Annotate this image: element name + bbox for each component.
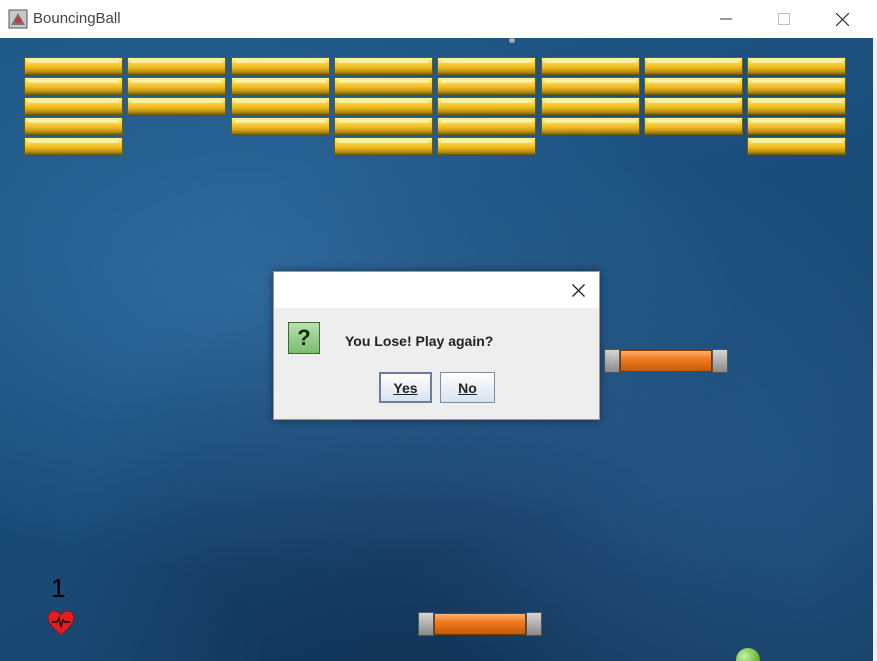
brick bbox=[333, 117, 433, 135]
brick bbox=[540, 77, 640, 95]
brick bbox=[747, 97, 847, 115]
no-button[interactable]: No bbox=[440, 372, 495, 403]
brick bbox=[643, 57, 743, 75]
brick bbox=[540, 57, 640, 75]
close-icon bbox=[835, 12, 849, 26]
brick bbox=[437, 77, 537, 95]
brick bbox=[747, 117, 847, 135]
lives-count: 1 bbox=[51, 573, 66, 603]
brick bbox=[230, 97, 330, 115]
brick bbox=[643, 117, 743, 135]
maximize-icon bbox=[778, 13, 790, 25]
close-icon bbox=[571, 283, 585, 297]
close-button[interactable] bbox=[819, 0, 865, 38]
brick bbox=[437, 137, 537, 155]
heart-icon bbox=[47, 610, 75, 636]
minimize-button[interactable] bbox=[703, 0, 749, 38]
ball-trail bbox=[509, 38, 515, 43]
minimize-icon bbox=[720, 18, 732, 20]
brick bbox=[127, 57, 227, 75]
player-paddle[interactable] bbox=[418, 612, 542, 636]
brick bbox=[437, 57, 537, 75]
brick bbox=[437, 97, 537, 115]
brick bbox=[540, 97, 640, 115]
brick bbox=[747, 77, 847, 95]
brick bbox=[230, 117, 330, 135]
play-again-dialog: ? You Lose! Play again? Yes No bbox=[273, 271, 600, 420]
brick bbox=[24, 57, 123, 75]
brick bbox=[127, 97, 227, 115]
app-icon bbox=[8, 9, 28, 29]
question-icon: ? bbox=[288, 322, 320, 354]
maximize-button[interactable] bbox=[761, 0, 807, 38]
window-title: BouncingBall bbox=[33, 10, 121, 27]
brick bbox=[333, 57, 433, 75]
brick bbox=[540, 117, 640, 135]
brick bbox=[24, 97, 123, 115]
title-bar: BouncingBall bbox=[0, 0, 877, 39]
window-border bbox=[873, 38, 877, 661]
falling-paddle-powerup bbox=[604, 349, 728, 373]
brick bbox=[333, 77, 433, 95]
brick bbox=[24, 137, 123, 155]
brick bbox=[643, 97, 743, 115]
brick bbox=[747, 137, 847, 155]
brick bbox=[24, 77, 123, 95]
brick bbox=[24, 117, 123, 135]
brick bbox=[643, 77, 743, 95]
brick bbox=[437, 117, 537, 135]
brick bbox=[127, 77, 227, 95]
brick bbox=[230, 57, 330, 75]
brick bbox=[333, 137, 433, 155]
dialog-close-button[interactable] bbox=[566, 279, 590, 301]
yes-button[interactable]: Yes bbox=[379, 372, 432, 403]
dialog-message: You Lose! Play again? bbox=[345, 333, 494, 349]
brick bbox=[230, 77, 330, 95]
brick bbox=[747, 57, 847, 75]
dialog-header bbox=[274, 272, 599, 308]
ball bbox=[736, 648, 760, 661]
brick bbox=[333, 97, 433, 115]
